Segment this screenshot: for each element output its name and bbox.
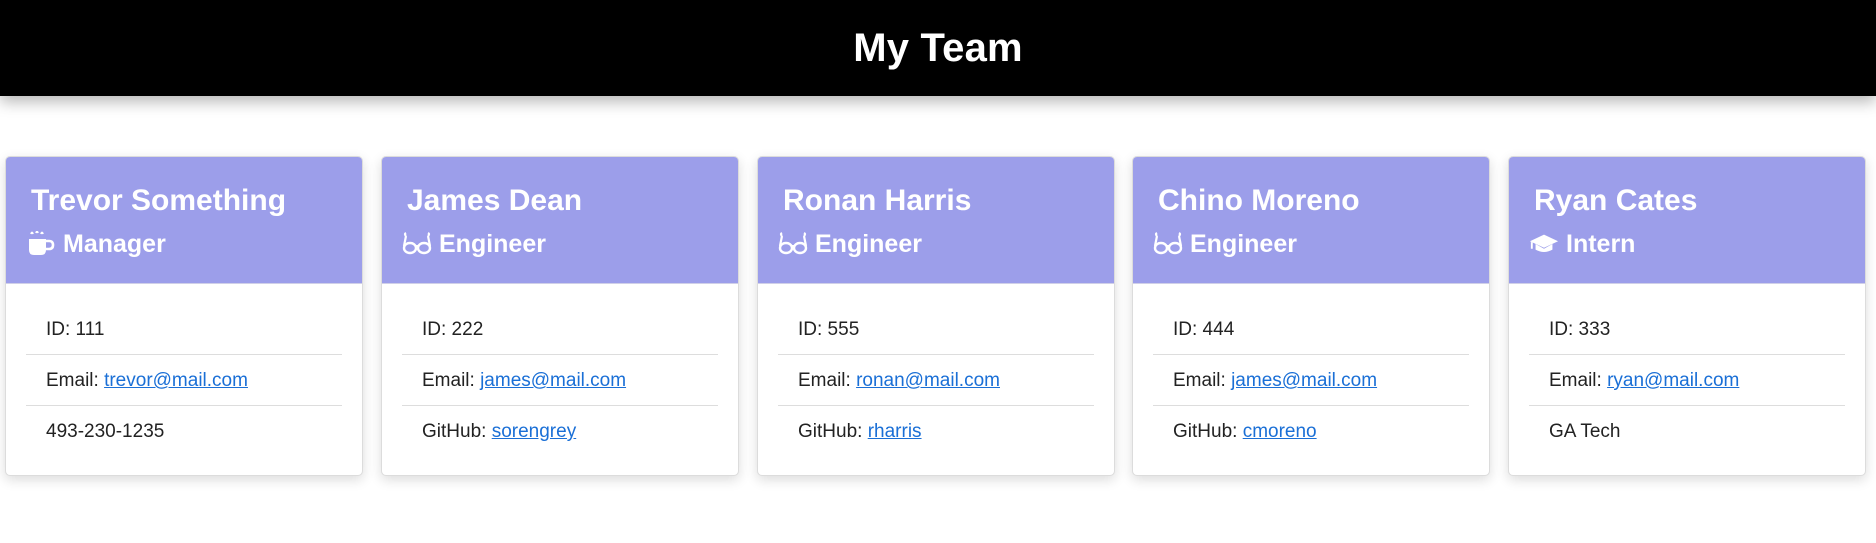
card-details: ID: 111 Email: trevor@mail.com 493-230-1…: [6, 284, 362, 457]
member-id: ID: 444: [1153, 304, 1469, 355]
member-id: ID: 555: [778, 304, 1094, 355]
member-github: GitHub: sorengrey: [422, 421, 577, 442]
glasses-icon: [402, 230, 432, 258]
page-header: My Team: [0, 0, 1876, 96]
member-role: Engineer: [402, 229, 718, 259]
github-link[interactable]: cmoreno: [1243, 421, 1317, 442]
member-email: Email: james@mail.com: [402, 355, 718, 406]
member-role: Engineer: [778, 229, 1094, 259]
member-name: James Dean: [407, 184, 583, 217]
card-details: ID: 444 Email: james@mail.com GitHub: cm…: [1133, 284, 1489, 457]
member-role-label: Engineer: [815, 230, 922, 258]
team-member-card: Ronan Harris Engineer ID: 555 Email: ron…: [757, 156, 1115, 476]
member-name: Ryan Cates: [1534, 184, 1698, 217]
github-link[interactable]: sorengrey: [492, 421, 577, 442]
card-header: James Dean Engineer: [382, 157, 738, 284]
glasses-icon: [778, 230, 808, 258]
member-email: Email: trevor@mail.com: [26, 355, 342, 406]
graduation-cap-icon: [1529, 230, 1559, 258]
member-role: Intern: [1529, 229, 1845, 259]
email-link[interactable]: ronan@mail.com: [856, 370, 1000, 391]
member-id: ID: 111: [26, 304, 342, 355]
member-email: Email: ronan@mail.com: [778, 355, 1094, 406]
card-header: Chino Moreno Engineer: [1133, 157, 1489, 284]
member-email: Email: ryan@mail.com: [1529, 355, 1845, 406]
member-github: GitHub: rharris: [798, 421, 922, 442]
card-header: Ryan Cates Intern: [1509, 157, 1865, 284]
email-link[interactable]: ryan@mail.com: [1607, 370, 1739, 391]
member-role: Engineer: [1153, 229, 1469, 259]
card-details: ID: 333 Email: ryan@mail.com GA Tech: [1509, 284, 1865, 457]
member-name: Chino Moreno: [1158, 184, 1360, 217]
member-role-label: Engineer: [439, 230, 546, 258]
coffee-icon: [26, 230, 56, 258]
team-cards: Trevor Something Manager ID: 111 Email: …: [0, 156, 1876, 476]
member-role-label: Engineer: [1190, 230, 1297, 258]
email-link[interactable]: james@mail.com: [480, 370, 626, 391]
member-github: GitHub: cmoreno: [1173, 421, 1317, 442]
card-details: ID: 555 Email: ronan@mail.com GitHub: rh…: [758, 284, 1114, 457]
member-office-number: 493-230-1235: [46, 421, 165, 442]
member-name: Ronan Harris: [783, 184, 972, 217]
email-link[interactable]: trevor@mail.com: [104, 370, 248, 391]
member-role-label: Manager: [63, 230, 166, 258]
card-details: ID: 222 Email: james@mail.com GitHub: so…: [382, 284, 738, 457]
member-id: ID: 333: [1529, 304, 1845, 355]
team-member-card: Trevor Something Manager ID: 111 Email: …: [5, 156, 363, 476]
member-name: Trevor Something: [31, 184, 287, 217]
member-id: ID: 222: [402, 304, 718, 355]
team-member-card: James Dean Engineer ID: 222 Email: james…: [381, 156, 739, 476]
member-role-label: Intern: [1566, 230, 1636, 258]
team-member-card: Ryan Cates Intern ID: 333 Email: ryan@ma…: [1508, 156, 1866, 476]
card-header: Ronan Harris Engineer: [758, 157, 1114, 284]
card-header: Trevor Something Manager: [6, 157, 362, 284]
email-link[interactable]: james@mail.com: [1231, 370, 1377, 391]
member-role: Manager: [26, 229, 342, 259]
glasses-icon: [1153, 230, 1183, 258]
team-member-card: Chino Moreno Engineer ID: 444 Email: jam…: [1132, 156, 1490, 476]
page-title: My Team: [853, 25, 1023, 70]
member-email: Email: james@mail.com: [1153, 355, 1469, 406]
github-link[interactable]: rharris: [868, 421, 922, 442]
member-school: GA Tech: [1549, 421, 1621, 442]
